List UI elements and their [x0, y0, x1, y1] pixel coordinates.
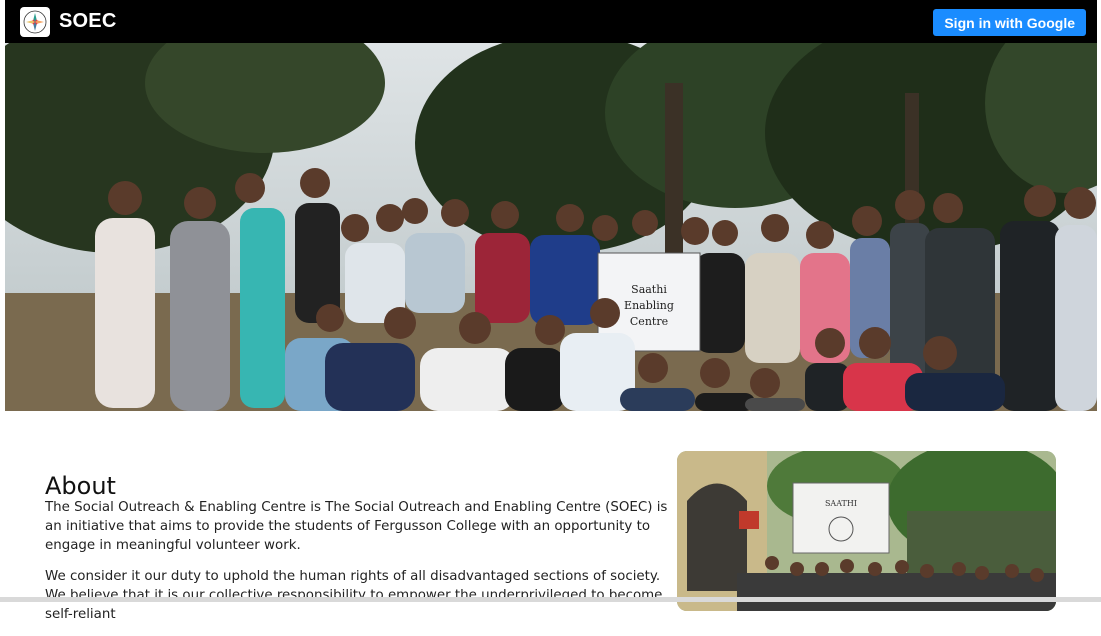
- hero-group-photo: Saathi Enabling Centre: [5, 43, 1097, 411]
- svg-text:Saathi: Saathi: [631, 283, 667, 296]
- horizontal-scrollbar[interactable]: [0, 597, 1101, 602]
- saathi-banner-photo: SAATHI: [677, 451, 1056, 611]
- svg-text:Enabling: Enabling: [624, 299, 674, 312]
- svg-text:Centre: Centre: [630, 315, 668, 328]
- top-navbar: SOEC Sign in with Google: [5, 0, 1097, 43]
- google-signin-button[interactable]: Sign in with Google: [933, 9, 1086, 36]
- about-heading: About: [45, 471, 116, 500]
- brand-title[interactable]: SOEC: [59, 10, 116, 33]
- about-description: The Social Outreach & Enabling Centre is…: [45, 498, 670, 636]
- soec-logo-icon[interactable]: [20, 6, 50, 37]
- about-paragraph-2: We consider it our duty to uphold the hu…: [45, 569, 663, 622]
- banner-text: SAATHI: [825, 499, 857, 508]
- about-paragraph-1: The Social Outreach & Enabling Centre is…: [45, 500, 668, 553]
